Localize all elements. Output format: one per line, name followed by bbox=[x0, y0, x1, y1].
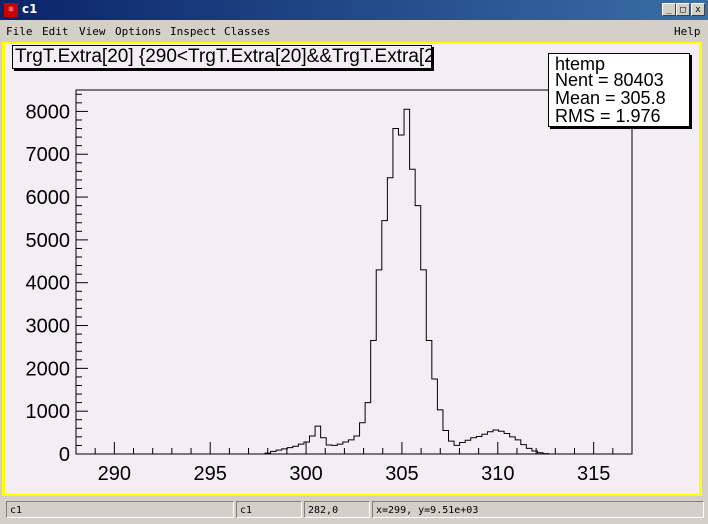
root-icon[interactable]: ⚛ bbox=[4, 3, 18, 17]
menu-view[interactable]: View bbox=[79, 25, 106, 38]
status-canvas: c1 bbox=[236, 501, 302, 518]
x-axis: 290 295 300 305 310 315 bbox=[75, 442, 633, 485]
status-object: c1 bbox=[6, 501, 234, 518]
y-tick-label: 3000 bbox=[26, 316, 71, 338]
status-pixel: 282,0 bbox=[304, 501, 370, 518]
histogram-title[interactable]: TrgT.Extra[20] {290<TrgT.Extra[20]&&TrgT… bbox=[12, 45, 432, 69]
menu-classes[interactable]: Classes bbox=[224, 25, 270, 38]
menu-file[interactable]: File bbox=[6, 25, 33, 38]
x-tick-label: 305 bbox=[385, 463, 418, 485]
status-coordinates: x=299, y=9.51e+03 bbox=[372, 501, 704, 518]
y-axis: 0 1000 2000 3000 4000 5000 6000 7000 8000 bbox=[26, 93, 88, 466]
y-tick-label: 6000 bbox=[26, 187, 71, 209]
y-tick-label: 5000 bbox=[26, 230, 71, 252]
x-tick-label: 310 bbox=[481, 463, 514, 485]
y-tick-label: 2000 bbox=[26, 358, 71, 380]
minimize-button[interactable]: _ bbox=[662, 3, 676, 16]
menu-edit[interactable]: Edit bbox=[42, 25, 69, 38]
stats-box[interactable]: htemp Nent = 80403 Mean = 305.8 RMS = 1.… bbox=[548, 53, 690, 127]
x-tick-label: 300 bbox=[289, 463, 322, 485]
y-tick-label: 7000 bbox=[26, 144, 71, 166]
y-tick-label: 4000 bbox=[26, 273, 71, 295]
x-tick-label: 295 bbox=[194, 463, 227, 485]
stats-entries: Nent = 80403 bbox=[555, 70, 664, 90]
y-tick-label: 8000 bbox=[26, 101, 71, 123]
x-tick-label: 315 bbox=[577, 463, 610, 485]
title-bar: ⚛ c1 _ □ x bbox=[0, 0, 708, 20]
status-bar: c1 c1 282,0 x=299, y=9.51e+03 bbox=[0, 499, 708, 521]
window-title: c1 bbox=[22, 2, 38, 16]
y-tick-label: 0 bbox=[59, 444, 70, 466]
stats-mean: Mean = 305.8 bbox=[555, 88, 666, 108]
menu-bar: File Edit View Options Inspect Classes H… bbox=[0, 21, 708, 41]
y-tick-label: 1000 bbox=[26, 401, 71, 423]
x-tick-label: 290 bbox=[98, 463, 131, 485]
stats-rms: RMS = 1.976 bbox=[555, 106, 661, 126]
maximize-button[interactable]: □ bbox=[676, 3, 690, 16]
histogram-line bbox=[76, 108, 621, 455]
menu-help[interactable]: Help bbox=[674, 25, 701, 38]
menu-inspect[interactable]: Inspect bbox=[170, 25, 216, 38]
plot-frame bbox=[75, 89, 633, 455]
menu-options[interactable]: Options bbox=[115, 25, 161, 38]
close-button[interactable]: x bbox=[691, 3, 705, 16]
